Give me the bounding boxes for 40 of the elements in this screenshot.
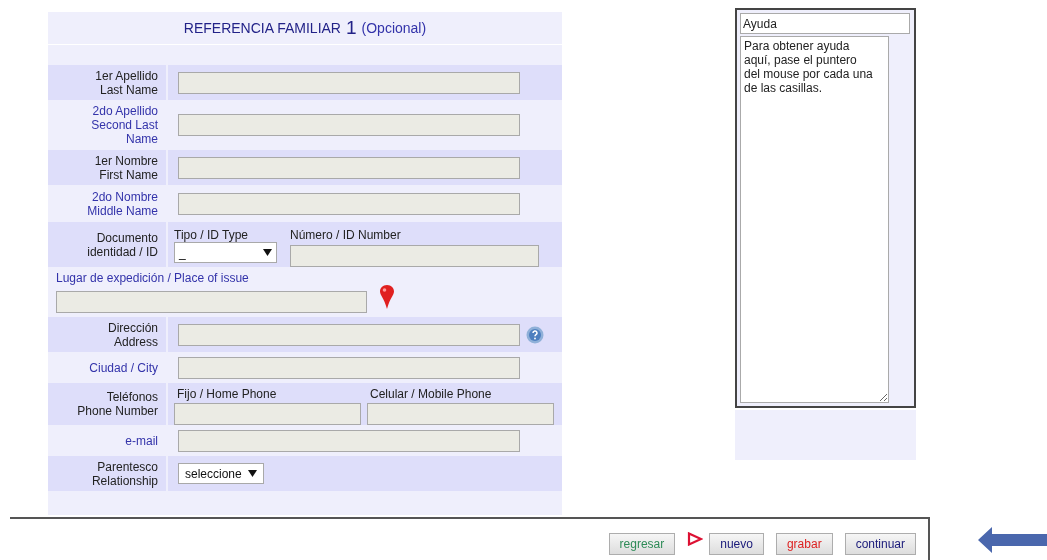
- help-text-area[interactable]: Para obtener ayuda aquí, pase el puntero del mouse por cada una de las casillas.: [740, 36, 889, 403]
- field-label: Celular / Mobile Phone: [369, 387, 493, 401]
- text-field[interactable]: [174, 403, 361, 425]
- field-label: Lugar de expedición / Place of issue: [56, 271, 250, 285]
- field-label: 2do Apellido Second Last Name: [91, 104, 158, 146]
- field-label: e-mail: [125, 433, 158, 448]
- text-field[interactable]: [178, 71, 520, 94]
- caret-icon: [263, 249, 272, 256]
- field-label: Teléfonos Phone Number: [77, 390, 158, 418]
- help-title-field[interactable]: Ayuda: [740, 13, 910, 34]
- text-field[interactable]: [178, 156, 520, 179]
- left-arrow-icon[interactable]: [978, 527, 1047, 553]
- field-label: Documento identidad / ID: [87, 230, 158, 259]
- field-label: Ciudad / City: [89, 360, 158, 375]
- form-button[interactable]: continuar: [844, 533, 916, 555]
- text-field[interactable]: [178, 356, 520, 379]
- section-title: REFERENCIA FAMILIAR 1 (Opcional): [182, 15, 428, 40]
- text-field[interactable]: [290, 245, 539, 267]
- field-label: Fijo / Home Phone: [176, 387, 278, 401]
- form-button[interactable]: nuevo: [709, 533, 764, 555]
- map-pin-icon[interactable]: [379, 285, 395, 309]
- field-label: 2do Nombre Middle Name: [87, 189, 158, 218]
- text-field[interactable]: [56, 291, 367, 313]
- relationship-select[interactable]: seleccione: [178, 463, 264, 484]
- field-label: Tipo / ID Type: [174, 228, 250, 242]
- id-type-select[interactable]: _: [174, 242, 277, 263]
- text-field[interactable]: [178, 114, 520, 136]
- field-label: Número / ID Number: [290, 228, 402, 242]
- field-label: Dirección Address: [108, 320, 158, 349]
- form-button[interactable]: grabar: [775, 533, 833, 555]
- field-label: 1er Apellido Last Name: [95, 68, 158, 97]
- text-field[interactable]: [178, 192, 520, 215]
- text-field[interactable]: [367, 403, 554, 425]
- text-field[interactable]: [178, 429, 520, 452]
- form-button[interactable]: regresar: [608, 533, 676, 555]
- text-field[interactable]: [178, 323, 520, 346]
- caret-icon: [247, 470, 257, 477]
- field-label: Parentesco Relationship: [91, 459, 158, 488]
- help-icon[interactable]: [526, 325, 544, 344]
- field-label: 1er Nombre First Name: [94, 153, 158, 182]
